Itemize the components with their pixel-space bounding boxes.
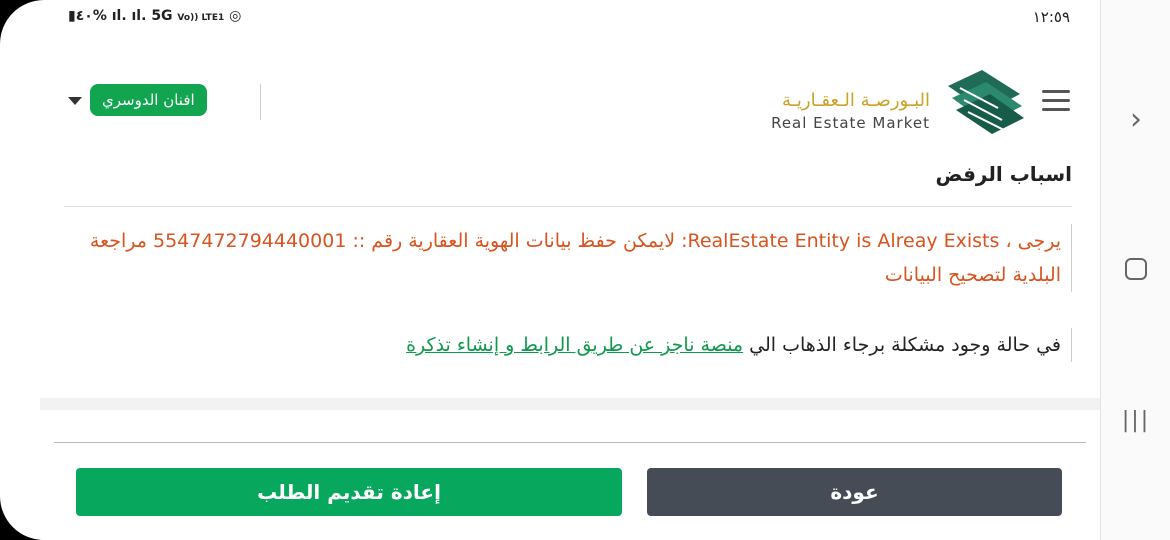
hotspot-icon: ◎: [229, 8, 242, 24]
najiz-ticket-link[interactable]: منصة ناجز عن طريق الرابط و إنشاء تذكرة: [406, 334, 743, 356]
user-name-badge[interactable]: افنان الدوسري: [90, 84, 207, 116]
caret-down-icon[interactable]: [68, 97, 82, 105]
app-page: البـورصـة الـعقـاريـة Real Estate Market…: [40, 36, 1100, 540]
home-icon[interactable]: [1101, 258, 1170, 280]
system-nav-bar: › |||: [1100, 0, 1170, 540]
section-title: اسباب الرفض: [935, 162, 1072, 186]
resubmit-request-button[interactable]: إعادة تقديم الطلب: [76, 468, 622, 516]
chevron-right-icon[interactable]: ›: [1101, 102, 1170, 137]
phone-screen: ▮٤٠% ıl. ıl. 5G Vo)) LTE1 ◎ ١٢:٥٩ البـور…: [0, 0, 1170, 540]
recent-apps-icon[interactable]: |||: [1101, 408, 1170, 433]
logo-english-text: Real Estate Market: [771, 114, 930, 132]
content-divider: [54, 442, 1086, 443]
hamburger-menu-icon[interactable]: [1042, 90, 1070, 112]
header-divider: [260, 84, 261, 120]
status-icons: ▮٤٠% ıl. ıl. 5G Vo)) LTE1 ◎: [68, 8, 241, 24]
battery-level: ٤٠%: [75, 8, 107, 24]
section-separator: [40, 398, 1100, 410]
volte-label: Vo)) LTE1: [177, 13, 225, 23]
logo-mark-icon: [948, 70, 1024, 134]
help-text: في حالة وجود مشكلة برجاء الذهاب الي: [743, 334, 1061, 356]
back-button[interactable]: عودة: [647, 468, 1062, 516]
title-divider: [64, 206, 1072, 207]
battery-icon: ▮: [68, 8, 76, 24]
logo-arabic-text: البـورصـة الـعقـاريـة: [781, 90, 930, 111]
status-bar: ▮٤٠% ıl. ıl. 5G Vo)) LTE1 ◎ ١٢:٥٩: [40, 0, 1100, 36]
rejection-reason-message: يرجى ، RealEstate Entity is Alreay Exist…: [64, 224, 1072, 292]
status-time: ١٢:٥٩: [1032, 8, 1070, 26]
network-label: 5G: [151, 8, 173, 24]
help-message: في حالة وجود مشكلة برجاء الذهاب الي منصة…: [64, 328, 1072, 362]
signal-icon: ıl. ıl.: [111, 8, 147, 24]
